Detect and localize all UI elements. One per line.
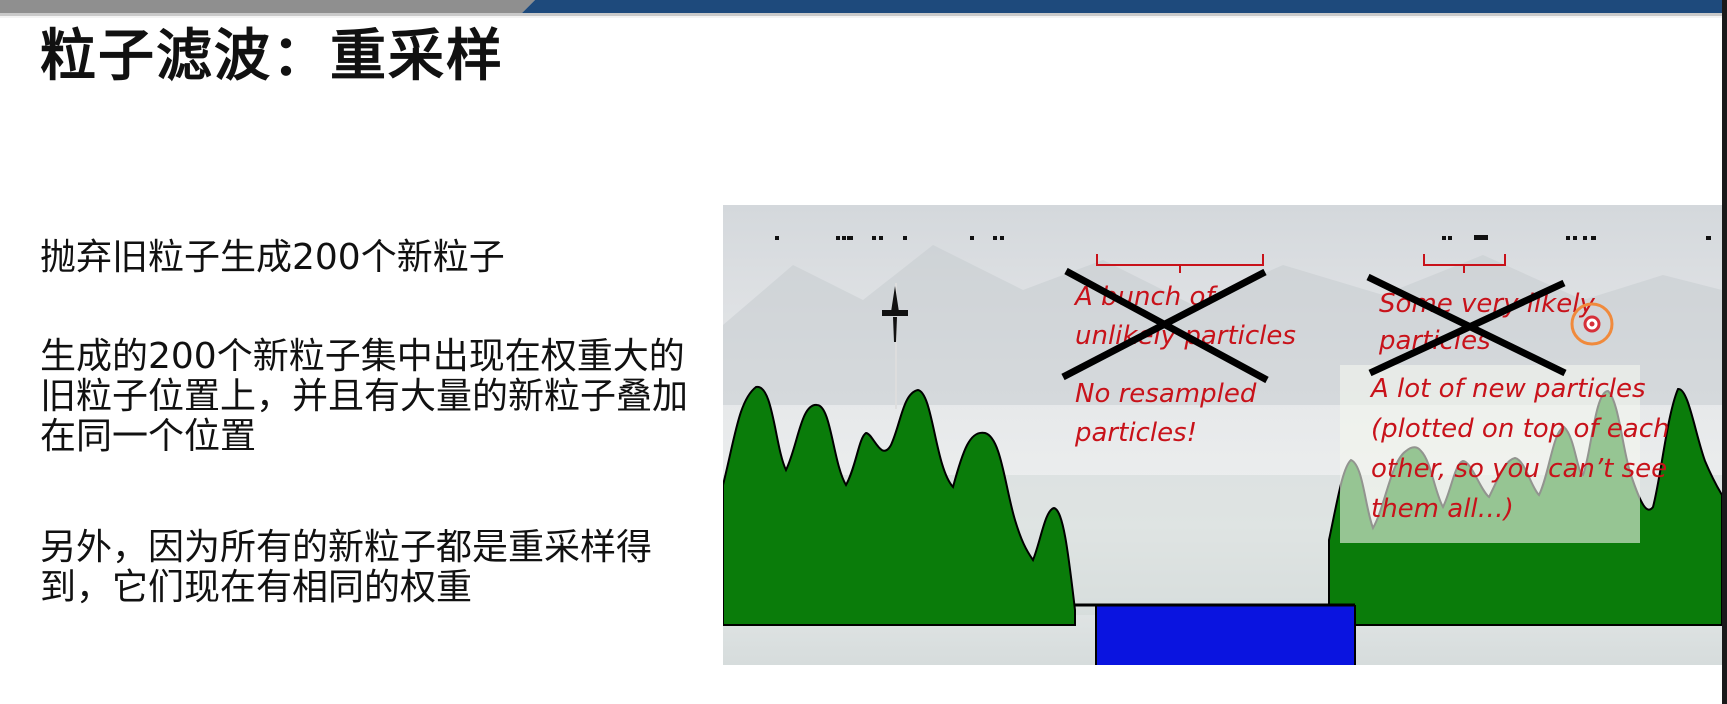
slide-title: 粒子滤波：重采样 (40, 23, 504, 89)
annotation-left-note-line2: particles! (1074, 418, 1197, 448)
annotation-right-note-line1: A lot of new particles (1369, 374, 1646, 404)
annotation-right-note-line2: (plotted on top of each (1371, 414, 1669, 444)
annotation-left-note-line1: No resampled (1075, 379, 1257, 409)
slide-header-bar (0, 0, 1727, 18)
annotation-right-note-line4: them all…) (1371, 494, 1514, 524)
annotation-right-line1: Some very likely (1379, 289, 1595, 319)
window-edge (1722, 0, 1727, 704)
paragraph-equal-weights: 另外，因为所有的新粒子都是重采样得到，它们现在有相同的权重 (40, 527, 653, 608)
paragraph-discard-old-particles: 抛弃旧粒子生成200个新粒子 (40, 237, 505, 278)
resampling-figure: A bunch of unlikely particles No resampl… (723, 205, 1722, 665)
lake-water-main (1096, 605, 1355, 665)
annotation-right-note-line3: other, so you can’t see (1371, 454, 1667, 484)
paragraph-new-particles-concentrate: 生成的200个新粒子集中出现在权重大的旧粒子位置上，并且有大量的新粒子叠加在同一… (40, 336, 689, 457)
